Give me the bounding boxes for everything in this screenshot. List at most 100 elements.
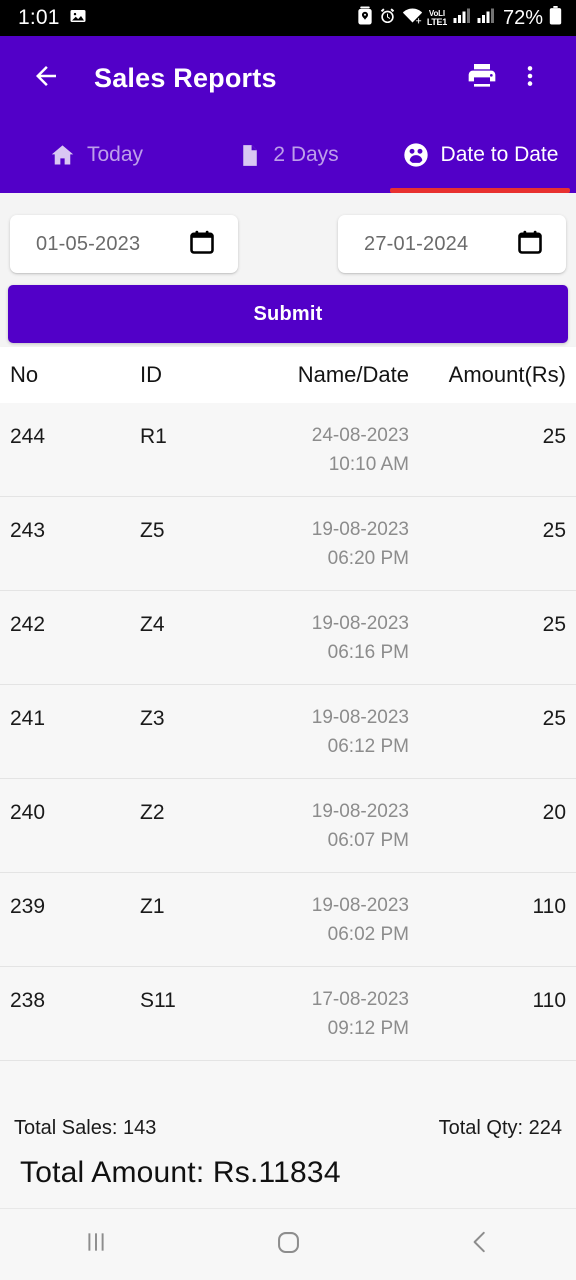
table-row[interactable]: 241 Z3 19-08-2023 06:12 PM 25 xyxy=(0,685,576,779)
cell-no: 242 xyxy=(10,613,46,636)
cell-no: 240 xyxy=(10,801,46,824)
tab-date-to-date-label: Date to Date xyxy=(440,143,559,166)
print-icon xyxy=(466,60,498,97)
cell-date: 24-08-2023 xyxy=(311,425,409,446)
submit-button[interactable]: Submit xyxy=(8,285,568,343)
cell-no: 238 xyxy=(10,989,46,1012)
cell-time: 09:12 PM xyxy=(327,1018,409,1039)
cell-id: Z5 xyxy=(140,519,165,542)
table-row[interactable]: 242 Z4 19-08-2023 06:16 PM 25 xyxy=(0,591,576,685)
cell-id: Z1 xyxy=(140,895,165,918)
volte-icon: VoLI LTE1 xyxy=(426,8,447,27)
totals-row: Total Sales: 143 Total Qty: 224 xyxy=(14,1117,562,1140)
cell-date: 19-08-2023 xyxy=(311,895,409,916)
cell-id: Z4 xyxy=(140,613,165,636)
cell-name-date: 19-08-2023 06:02 PM xyxy=(275,895,421,946)
back-button-nav[interactable] xyxy=(432,1217,528,1273)
overflow-menu-button[interactable] xyxy=(506,55,554,103)
cell-name-date: 17-08-2023 09:12 PM xyxy=(275,989,421,1040)
home-button[interactable] xyxy=(240,1217,336,1273)
group-people-icon xyxy=(402,141,430,169)
cell-date: 19-08-2023 xyxy=(311,613,409,634)
table-row[interactable]: 239 Z1 19-08-2023 06:02 PM 110 xyxy=(0,873,576,967)
from-date-picker[interactable]: 01-05-2023 xyxy=(10,215,238,273)
battery-saver-icon xyxy=(357,6,373,30)
total-amount: Total Amount: Rs.11834 xyxy=(20,1156,341,1189)
recents-icon xyxy=(83,1229,109,1260)
more-vertical-icon xyxy=(517,63,543,94)
back-button[interactable] xyxy=(26,59,66,99)
table-row[interactable]: 240 Z2 19-08-2023 06:07 PM 20 xyxy=(0,779,576,873)
table-row[interactable]: 243 Z5 19-08-2023 06:20 PM 25 xyxy=(0,497,576,591)
from-date-value: 01-05-2023 xyxy=(36,232,141,255)
home-circle-icon xyxy=(275,1229,302,1261)
to-date-value: 27-01-2024 xyxy=(364,232,469,255)
cell-amount: 25 xyxy=(542,519,566,542)
cell-name-date: 19-08-2023 06:20 PM xyxy=(275,519,421,570)
cell-date: 19-08-2023 xyxy=(311,707,409,728)
recents-button[interactable] xyxy=(48,1217,144,1273)
calendar-icon xyxy=(516,228,544,261)
document-icon xyxy=(237,143,262,168)
battery-icon xyxy=(549,6,562,30)
calendar-icon xyxy=(188,228,216,261)
back-chevron-icon xyxy=(467,1229,493,1260)
status-bar: 1:01 VoLI LTE1 72% xyxy=(0,0,576,36)
cell-amount: 25 xyxy=(542,707,566,730)
table-header: No ID Name/Date Amount(Rs) xyxy=(0,347,576,403)
column-header-id: ID xyxy=(140,362,162,387)
cell-time: 06:20 PM xyxy=(327,548,409,569)
status-bar-right: VoLI LTE1 72% xyxy=(357,6,562,30)
cell-name-date: 19-08-2023 06:12 PM xyxy=(275,707,421,758)
column-header-no: No xyxy=(10,362,39,387)
tab-today-label: Today xyxy=(86,143,144,166)
cell-id: Z3 xyxy=(140,707,165,730)
cell-amount: 25 xyxy=(542,425,566,448)
cell-no: 239 xyxy=(10,895,46,918)
tab-2-days[interactable]: 2 Days xyxy=(192,121,384,193)
cell-name-date: 24-08-2023 10:10 AM xyxy=(275,425,421,476)
status-time: 1:01 xyxy=(18,6,60,29)
column-header-amount: Amount(Rs) xyxy=(448,362,566,387)
cell-time: 06:07 PM xyxy=(327,830,409,851)
signal-icon-1 xyxy=(453,8,471,29)
cell-date: 17-08-2023 xyxy=(311,989,409,1010)
alarm-icon xyxy=(379,7,396,30)
cell-no: 243 xyxy=(10,519,46,542)
wifi-icon xyxy=(402,7,423,29)
total-sales: Total Sales: 143 xyxy=(14,1117,157,1139)
table-row[interactable]: 244 R1 24-08-2023 10:10 AM 25 xyxy=(0,403,576,497)
cell-amount: 110 xyxy=(532,989,566,1012)
cell-amount: 110 xyxy=(532,895,566,918)
tab-active-indicator xyxy=(390,188,570,193)
table-body[interactable]: 244 R1 24-08-2023 10:10 AM 25 243 Z5 19-08-2023… xyxy=(0,403,576,1103)
cell-no: 241 xyxy=(10,707,46,730)
table-row[interactable]: 238 S11 17-08-2023 09:12 PM 110 xyxy=(0,967,576,1061)
tab-2-days-label: 2 Days xyxy=(273,143,339,166)
column-header-name-date: Name/Date xyxy=(297,362,409,387)
date-filter-row: 01-05-2023 27-01-2024 xyxy=(0,193,576,273)
phone-screen: 1:01 VoLI LTE1 72% Sales Reports Today 2… xyxy=(0,0,576,1280)
cell-time: 06:16 PM xyxy=(327,642,409,663)
submit-row: Submit xyxy=(0,273,576,343)
battery-percent: 72% xyxy=(502,6,543,29)
to-date-picker[interactable]: 27-01-2024 xyxy=(338,215,566,273)
cell-time: 10:10 AM xyxy=(328,454,409,475)
tab-date-to-date[interactable]: Date to Date xyxy=(384,121,576,193)
home-icon xyxy=(49,142,76,169)
cell-name-date: 19-08-2023 06:16 PM xyxy=(275,613,421,664)
system-nav-bar xyxy=(0,1208,576,1280)
cell-id: Z2 xyxy=(140,801,165,824)
tab-today[interactable]: Today xyxy=(0,121,192,193)
cell-name-date: 19-08-2023 06:07 PM xyxy=(275,801,421,852)
total-qty: Total Qty: 224 xyxy=(438,1117,562,1139)
cell-time: 06:02 PM xyxy=(327,924,409,945)
tab-bar: Today 2 Days Date to Date xyxy=(0,121,576,193)
signal-icon-2 xyxy=(477,8,495,29)
print-button[interactable] xyxy=(458,55,506,103)
cell-no: 244 xyxy=(10,425,46,448)
status-bar-left: 1:01 xyxy=(18,6,87,30)
page-title: Sales Reports xyxy=(94,63,277,93)
cell-date: 19-08-2023 xyxy=(311,801,409,822)
image-icon xyxy=(69,7,87,30)
